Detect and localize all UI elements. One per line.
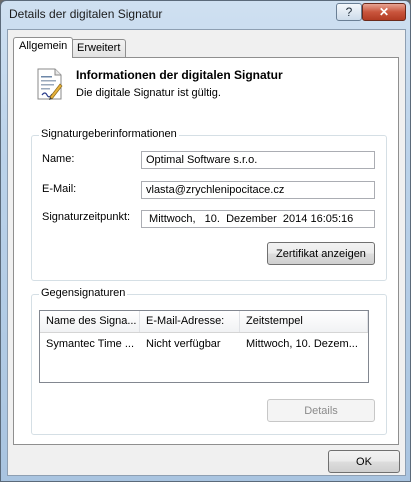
timestamp-label: Signaturzeitpunkt: [42,211,131,223]
tab-allgemein[interactable]: Allgemein [13,37,74,58]
tab-panel-allgemein: Informationen der digitalen Signatur Die… [13,57,399,445]
certificate-icon [37,68,63,100]
help-button[interactable]: ? [336,3,362,21]
timestamp-field[interactable]: Mittwoch, 10. Dezember 2014 16:05:16 [141,210,375,228]
title-bar[interactable]: Details der digitalen Signatur ? ✕ [1,1,410,27]
dialog-window: Details der digitalen Signatur ? ✕ Allge… [0,0,411,482]
close-button[interactable]: ✕ [362,3,406,21]
countersignatures-list[interactable]: Name des Signa... E-Mail-Adresse: Zeitst… [39,310,369,383]
window-title: Details der digitalen Signatur [9,7,163,21]
name-field[interactable]: Optimal Software s.r.o. [141,151,375,169]
help-icon: ? [345,5,353,19]
email-label: E-Mail: [42,183,77,195]
view-certificate-button[interactable]: Zertifikat anzeigen [267,242,375,265]
cell-timestamp: Mittwoch, 10. Dezem... [246,338,358,350]
name-label: Name: [42,153,75,165]
cell-name: Symantec Time ... [46,338,135,350]
cell-email: Nicht verfügbar [146,338,221,350]
details-button[interactable]: Details [267,399,375,422]
column-header-email[interactable]: E-Mail-Adresse: [140,311,240,332]
email-field[interactable]: vlasta@zrychlenipocitace.cz [141,181,375,199]
ok-button[interactable]: OK [328,450,400,473]
signer-info-group: Signaturgeberinformationen Name: Optimal… [31,128,387,281]
column-header-name[interactable]: Name des Signa... [40,311,140,332]
signer-info-legend: Signaturgeberinformationen [39,128,179,140]
list-header: Name des Signa... E-Mail-Adresse: Zeitst… [40,311,368,333]
countersignatures-legend: Gegensignaturen [39,287,128,299]
countersignatures-group: Gegensignaturen Name des Signa... E-Mail… [31,287,387,435]
header-subtitle: Die digitale Signatur ist gültig. [76,87,221,99]
column-header-timestamp[interactable]: Zeitstempel [240,311,368,332]
dialog-client: Allgemein Erweitert Informationen der di… [7,29,406,476]
tab-erweitert[interactable]: Erweitert [71,39,127,57]
close-icon: ✕ [378,5,390,19]
header-title: Informationen der digitalen Signatur [76,68,283,82]
